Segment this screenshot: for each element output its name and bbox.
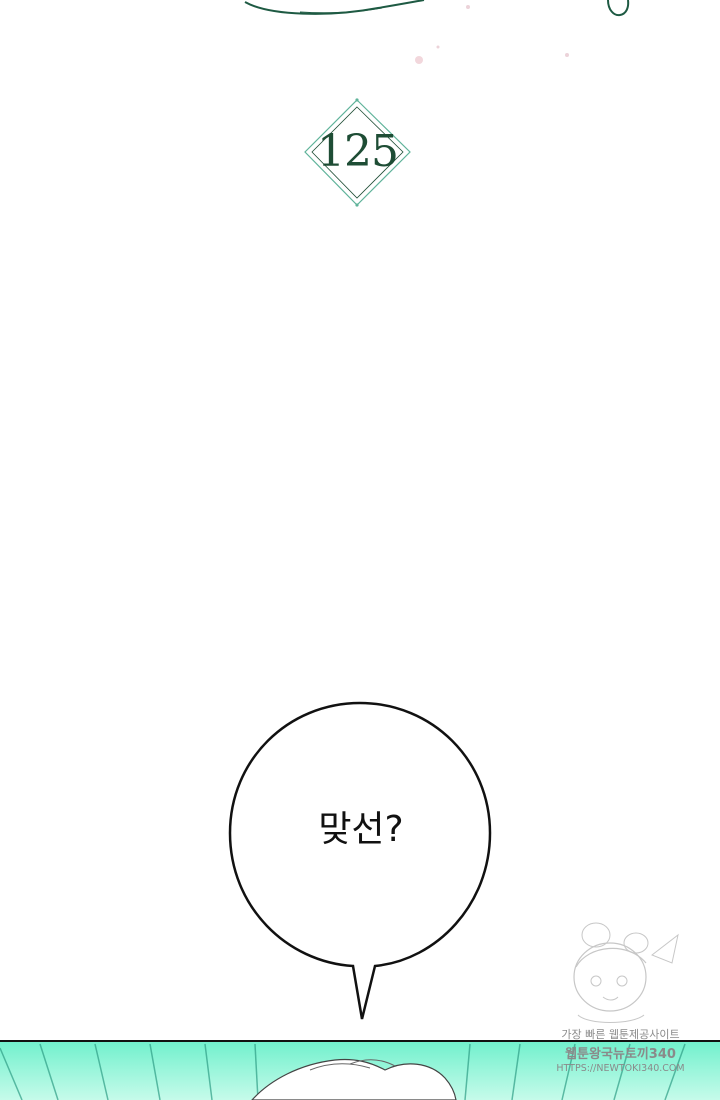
chapter-number: 125 — [317, 126, 399, 177]
speech-text: 맞선? — [318, 809, 404, 850]
comic-page: 125 맞선? 가장 빠른 웹툰제공사이트 웹툰왕국뉴토끼340 HTTPS:/… — [0, 0, 720, 1100]
speech-bubble — [228, 701, 492, 1020]
watermark-tagline: 가장 빠른 웹툰제공사이트 — [561, 1028, 680, 1041]
ornament-swirl — [244, 0, 630, 64]
watermark-url: HTTPS://NEWTOKI340.COM — [556, 1063, 685, 1074]
watermark-site-name: 웹툰왕국뉴토끼340 — [565, 1047, 676, 1062]
